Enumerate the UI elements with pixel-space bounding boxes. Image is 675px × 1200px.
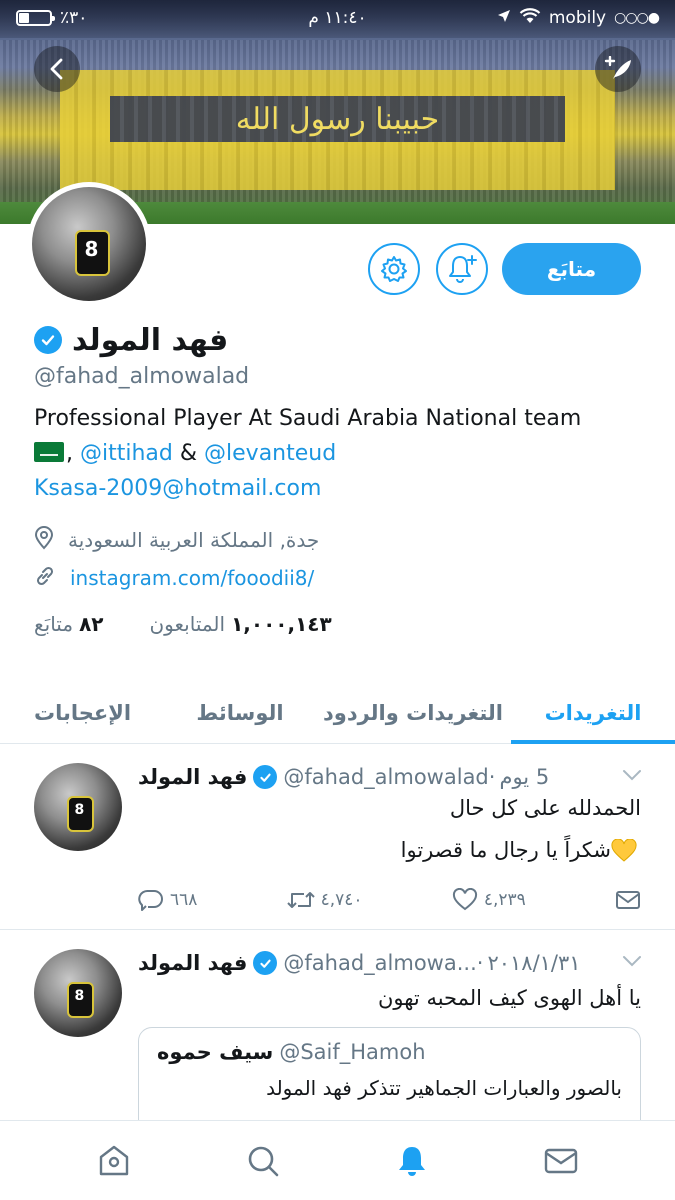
carrier-name: mobily xyxy=(548,8,607,28)
mention-link[interactable]: @levanteud xyxy=(204,441,336,466)
tweet-author-name: فهد المولد xyxy=(138,765,248,789)
tab-tweets[interactable]: التغريدات xyxy=(511,682,675,744)
compose-icon xyxy=(604,56,631,79)
direct-message-button[interactable] xyxy=(615,890,641,910)
tweet-time: 5 يوم xyxy=(499,765,550,789)
wifi-icon xyxy=(519,7,541,29)
tweet[interactable]: 8 فهد المولد @fahad_almowalad · 5 يوم ال… xyxy=(0,745,675,930)
tab-likes[interactable]: الإعجابات xyxy=(0,682,165,743)
verified-icon xyxy=(34,326,62,354)
tweet-separator: · xyxy=(476,951,484,975)
home-icon xyxy=(100,1145,129,1175)
tweet-text-line: يا أهل الهوى كيف المحبه تهون xyxy=(377,986,641,1010)
tweet-author-handle: @fahad_almowalad xyxy=(283,765,489,789)
user-handle: @fahad_almowalad xyxy=(34,364,250,389)
verified-icon xyxy=(253,765,278,789)
profile-tabs: التغريدات التغريدات والردود الوسائط الإع… xyxy=(0,682,675,744)
back-arrow-icon xyxy=(50,58,63,80)
bell-plus-icon xyxy=(449,255,477,283)
tweet-time: ٢٠١٨/١/٣١ xyxy=(487,951,581,975)
website-link[interactable]: instagram.com/fooodii8/ xyxy=(70,566,314,590)
search-icon xyxy=(248,1146,279,1176)
nav-messages[interactable] xyxy=(531,1131,591,1191)
retweet-button[interactable]: ٤,٧٤٠ xyxy=(286,889,363,911)
display-name: فهد المولد xyxy=(72,322,229,358)
gear-icon xyxy=(381,256,407,282)
status-bar: ٪٣٠ ١١:٤٠ م mobily ○○○● xyxy=(0,0,675,36)
location-services-icon xyxy=(497,8,511,28)
tweet-avatar[interactable]: 8 xyxy=(34,763,122,851)
nav-home[interactable] xyxy=(84,1131,144,1191)
retweet-count: ٤,٧٤٠ xyxy=(320,890,363,910)
retweet-icon xyxy=(286,892,315,908)
like-button[interactable]: ٤,٢٣٩ xyxy=(452,888,526,912)
profile-settings-button[interactable] xyxy=(368,243,420,295)
link-icon xyxy=(34,565,56,592)
banner-text: حبيبنا رسول الله xyxy=(235,101,440,137)
following-stat[interactable]: ٨٢ متابَع xyxy=(34,612,103,636)
tweet-author-name: فهد المولد xyxy=(138,951,248,975)
nav-notifications[interactable] xyxy=(382,1131,442,1191)
profile-avatar[interactable]: 8 xyxy=(27,182,151,306)
email-link[interactable]: Ksasa-2009@hotmail.com xyxy=(34,476,321,501)
followers-stat[interactable]: ١,٠٠٠,١٤٣ المتابعون xyxy=(149,612,331,636)
tweet[interactable]: 8 فهد المولد @fahad_almowa... · ٢٠١٨/١/٣… xyxy=(0,931,675,1137)
chevron-down-icon[interactable] xyxy=(621,953,643,972)
tweet-text-line: شكراً يا رجال ما قصرتوا xyxy=(400,838,611,862)
bio-line: Professional Player At Saudi Arabia Nati… xyxy=(34,406,582,431)
tab-tweets-replies[interactable]: التغريدات والردود xyxy=(315,682,511,743)
location-pin-icon xyxy=(34,525,54,555)
tab-media[interactable]: الوسائط xyxy=(165,682,315,743)
mention-link[interactable]: @ittihad xyxy=(80,441,173,466)
reply-button[interactable]: ٦٦٨ xyxy=(138,888,197,912)
tweet-author-handle: @fahad_almowa... xyxy=(283,951,477,975)
saudi-flag-icon xyxy=(34,442,64,462)
reply-icon xyxy=(138,889,163,911)
like-count: ٤,٢٣٩ xyxy=(483,890,526,910)
clock: ١١:٤٠ م xyxy=(308,8,367,28)
reply-count: ٦٦٨ xyxy=(170,890,198,910)
back-button[interactable] xyxy=(34,46,80,92)
mail-icon xyxy=(615,891,640,909)
verified-icon xyxy=(253,951,278,975)
battery-icon xyxy=(16,10,55,26)
bottom-navigation xyxy=(0,1120,675,1200)
signal-strength: ○○○● xyxy=(614,10,660,26)
compose-tweet-button[interactable] xyxy=(595,46,641,92)
following-button[interactable]: متابَع xyxy=(502,243,641,295)
location-text: جدة, المملكة العربية السعودية xyxy=(68,528,320,552)
quoted-author-handle: @Saif_Hamoh xyxy=(279,1040,426,1064)
nav-search[interactable] xyxy=(233,1131,293,1191)
bio: Professional Player At Saudi Arabia Nati… xyxy=(34,401,641,506)
notify-button[interactable] xyxy=(436,243,488,295)
messages-icon xyxy=(544,1148,577,1173)
quoted-author-name: سيف حموه xyxy=(157,1040,274,1064)
quoted-text: بالصور والعبارات الجماهير تتذكر فهد المو… xyxy=(266,1076,622,1100)
heart-icon xyxy=(452,888,477,911)
battery-percent: ٪٣٠ xyxy=(60,8,88,28)
tweet-text-line: الحمدلله على كل حال xyxy=(449,796,641,820)
notifications-icon xyxy=(398,1146,425,1176)
tweet-separator: · xyxy=(488,765,496,789)
profile-info: فهد المولد @fahad_almowalad Professional… xyxy=(34,318,641,640)
chevron-down-icon[interactable] xyxy=(621,767,643,786)
tweet-avatar[interactable]: 8 xyxy=(34,949,122,1037)
heart-emoji xyxy=(611,838,637,863)
